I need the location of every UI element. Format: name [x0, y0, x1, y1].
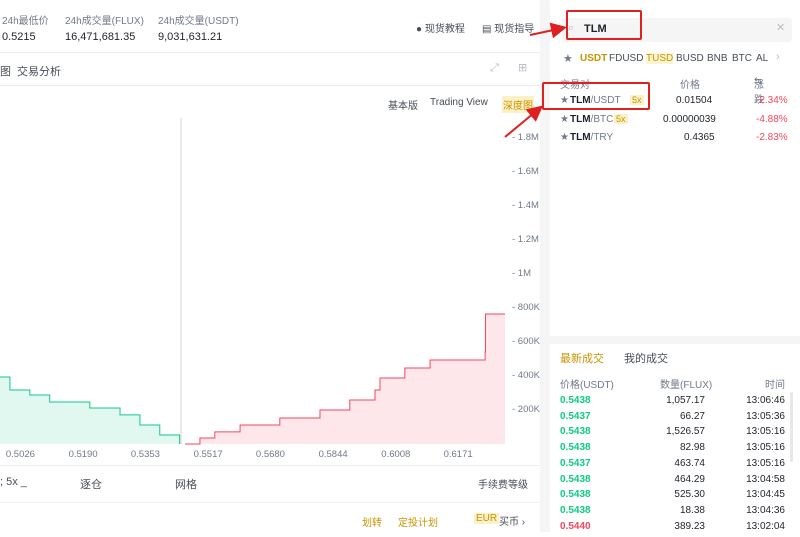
x-tick-label: 0.5353	[130, 449, 160, 460]
y-tick-label: - 600K	[512, 336, 540, 347]
trade-time: 13:05:16	[746, 457, 785, 469]
trade-amount: 18.38	[679, 504, 705, 516]
plan-link[interactable]: 定投计划	[398, 514, 438, 529]
trade-row: 0.5438 464.29 13:04:58	[560, 474, 785, 490]
x-tick-label: 0.6008	[381, 449, 411, 460]
pair-row-tlm-btc[interactable]: ★ TLM/BTC 5x 0.00000039 -4.88%	[560, 114, 790, 132]
trade-amount: 464.29	[674, 473, 705, 485]
panel-gap	[540, 0, 550, 532]
trade-price: 0.5438	[560, 473, 591, 485]
trade-time: 13:02:04	[746, 520, 785, 532]
chevron-right-icon[interactable]: ›	[776, 51, 780, 63]
y-tick-label: - 1.2M	[512, 234, 539, 245]
y-tick-label: - 1M	[512, 268, 531, 279]
pair-row-tlm-try[interactable]: ★ TLM/TRY 0.4365 -2.83%	[560, 132, 790, 150]
quote-tab-busd[interactable]: BUSD	[676, 53, 704, 64]
trade-row: 0.5440 389.23 13:02:04	[560, 521, 785, 537]
fee-level-link[interactable]: 手续费等级	[478, 476, 528, 491]
trades-header: 价格(USDT) 数量(FLUX) 时间	[560, 380, 785, 391]
trade-time: 13:04:36	[746, 504, 785, 516]
trade-row: 0.5437 66.27 13:05:36	[560, 411, 785, 427]
trade-amount: 82.98	[679, 442, 705, 454]
trade-time: 13:05:36	[746, 410, 785, 422]
star-icon[interactable]: ★	[560, 114, 569, 125]
trade-row: 0.5438 1,057.17 13:06:46	[560, 395, 785, 411]
quote-tab-tusd[interactable]: TUSD	[646, 53, 674, 64]
y-tick-label: - 1.8M	[512, 132, 539, 143]
trade-row: 0.5438 1,526.57 13:05:16	[560, 426, 785, 442]
quote-tab-alts[interactable]: AL	[756, 53, 768, 64]
section-gap	[550, 336, 800, 344]
main-panel: 24h最低价 0.5215 24h成交量(FLUX) 16,471,681.35…	[0, 0, 540, 532]
y-tick-label: - 800K	[512, 302, 540, 313]
depth-chart	[0, 118, 505, 445]
currency-badge[interactable]: EUR	[474, 513, 500, 524]
quote-tab-fdusd[interactable]: FDUSD	[609, 53, 643, 64]
x-tick-label: 0.5680	[255, 449, 285, 460]
trade-time: 13:04:58	[746, 473, 785, 485]
trade-amount: 463.74	[674, 457, 705, 469]
favorites-star-icon[interactable]: ★	[563, 52, 573, 65]
y-tick-label: - 1.6M	[512, 166, 539, 177]
annotation-box-search	[566, 10, 642, 40]
x-tick-label: 0.5517	[193, 449, 223, 460]
footer-bar	[0, 502, 540, 532]
trade-amount: 525.30	[674, 489, 705, 501]
quote-tab-bnb[interactable]: BNB	[707, 53, 728, 64]
star-icon[interactable]: ★	[560, 132, 569, 143]
clear-icon[interactable]: ✕	[776, 21, 785, 34]
tab-my-trades[interactable]: 我的成交	[624, 350, 668, 366]
trade-price: 0.5437	[560, 457, 591, 469]
trade-amount: 389.23	[674, 520, 705, 532]
trade-row: 0.5438 525.30 13:04:45	[560, 489, 785, 505]
trade-price: 0.5438	[560, 504, 591, 516]
trade-amount: 66.27	[679, 410, 705, 422]
isolated-tab[interactable]: 逐仓	[80, 476, 102, 492]
grid-tab[interactable]: 网格	[175, 476, 197, 492]
y-tick-label: - 1.4M	[512, 200, 539, 211]
asks-area	[185, 313, 505, 444]
annotation-box-pair	[542, 82, 650, 110]
trade-time: 13:04:45	[746, 489, 785, 501]
transfer-link[interactable]: 划转	[362, 514, 382, 529]
quote-tab-btc[interactable]: BTC	[732, 53, 752, 64]
chevron-right-icon: ›	[521, 517, 526, 528]
trade-price: 0.5438	[560, 426, 591, 438]
trade-price: 0.5437	[560, 410, 591, 422]
sort-icon: ⇆	[754, 76, 763, 87]
x-tick-label: 0.5026	[5, 449, 35, 460]
buy-crypto-link[interactable]: 买币 ›	[499, 513, 525, 528]
market-panel: ⌕ TLM ✕ ★ USDT FDUSD TUSD BUSD BNB BTC A…	[542, 0, 800, 532]
trade-amount: 1,057.17	[666, 395, 705, 406]
x-tick-label: 0.5190	[68, 449, 98, 460]
trade-time: 13:06:46	[746, 395, 785, 406]
divider	[0, 465, 540, 466]
quote-tab-usdt[interactable]: USDT	[580, 53, 607, 64]
x-tick-label: 0.5844	[318, 449, 348, 460]
trade-row: 0.5437 463.74 13:05:16	[560, 458, 785, 474]
trade-price: 0.5438	[560, 489, 591, 501]
x-tick-label: 0.6171	[443, 449, 473, 460]
tab-latest-trades[interactable]: 最新成交	[560, 350, 604, 366]
bids-area	[0, 377, 180, 444]
trade-amount: 1,526.57	[666, 426, 705, 438]
trade-price: 0.5440	[560, 520, 591, 532]
trade-row: 0.5438 18.38 13:04:36	[560, 505, 785, 521]
y-tick-label: - 400K	[512, 370, 540, 381]
trades-scrollbar[interactable]	[790, 392, 793, 462]
trade-time: 13:05:16	[746, 426, 785, 438]
trade-price: 0.5438	[560, 442, 591, 454]
trade-row: 0.5438 82.98 13:05:16	[560, 442, 785, 458]
trade-time: 13:05:16	[746, 442, 785, 454]
y-tick-label: - 200K	[512, 404, 540, 415]
trade-price: 0.5438	[560, 395, 591, 406]
leverage-tab[interactable]: ; 5x _	[0, 476, 27, 488]
